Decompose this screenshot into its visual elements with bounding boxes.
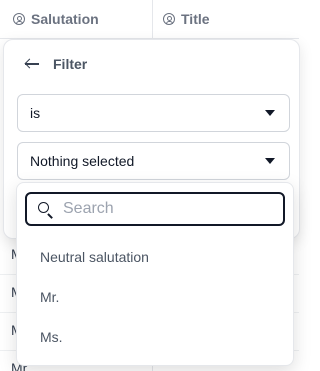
table-header: Salutation Title: [0, 0, 299, 39]
column-header-label: Salutation: [31, 11, 99, 27]
app-root: Salutation Title M M M Mr. Filter is Not…: [0, 0, 300, 371]
filter-title: Filter: [53, 56, 88, 72]
value-select[interactable]: Nothing selected: [17, 142, 290, 180]
operator-select[interactable]: is: [17, 94, 290, 132]
person-circle-icon: [163, 13, 175, 25]
search-field[interactable]: [25, 192, 285, 226]
caret-down-icon: [265, 158, 275, 164]
person-circle-icon: [13, 13, 25, 25]
search-icon: [38, 202, 49, 213]
value-dropdown: Neutral salutation Mr. Ms.: [16, 182, 294, 366]
filter-header: Filter: [24, 54, 87, 74]
column-header-label: Title: [181, 11, 210, 27]
operator-value: is: [30, 105, 41, 121]
column-header-title[interactable]: Title: [163, 0, 210, 38]
dropdown-option[interactable]: Neutral salutation: [17, 238, 291, 276]
column-header-salutation[interactable]: Salutation: [13, 0, 99, 38]
search-input[interactable]: [63, 198, 273, 220]
arrow-left-icon[interactable]: [24, 57, 40, 71]
value-selected: Nothing selected: [30, 153, 135, 169]
caret-down-icon: [265, 110, 275, 116]
dropdown-option[interactable]: Mr.: [17, 278, 291, 316]
dropdown-option[interactable]: Ms.: [17, 318, 291, 356]
